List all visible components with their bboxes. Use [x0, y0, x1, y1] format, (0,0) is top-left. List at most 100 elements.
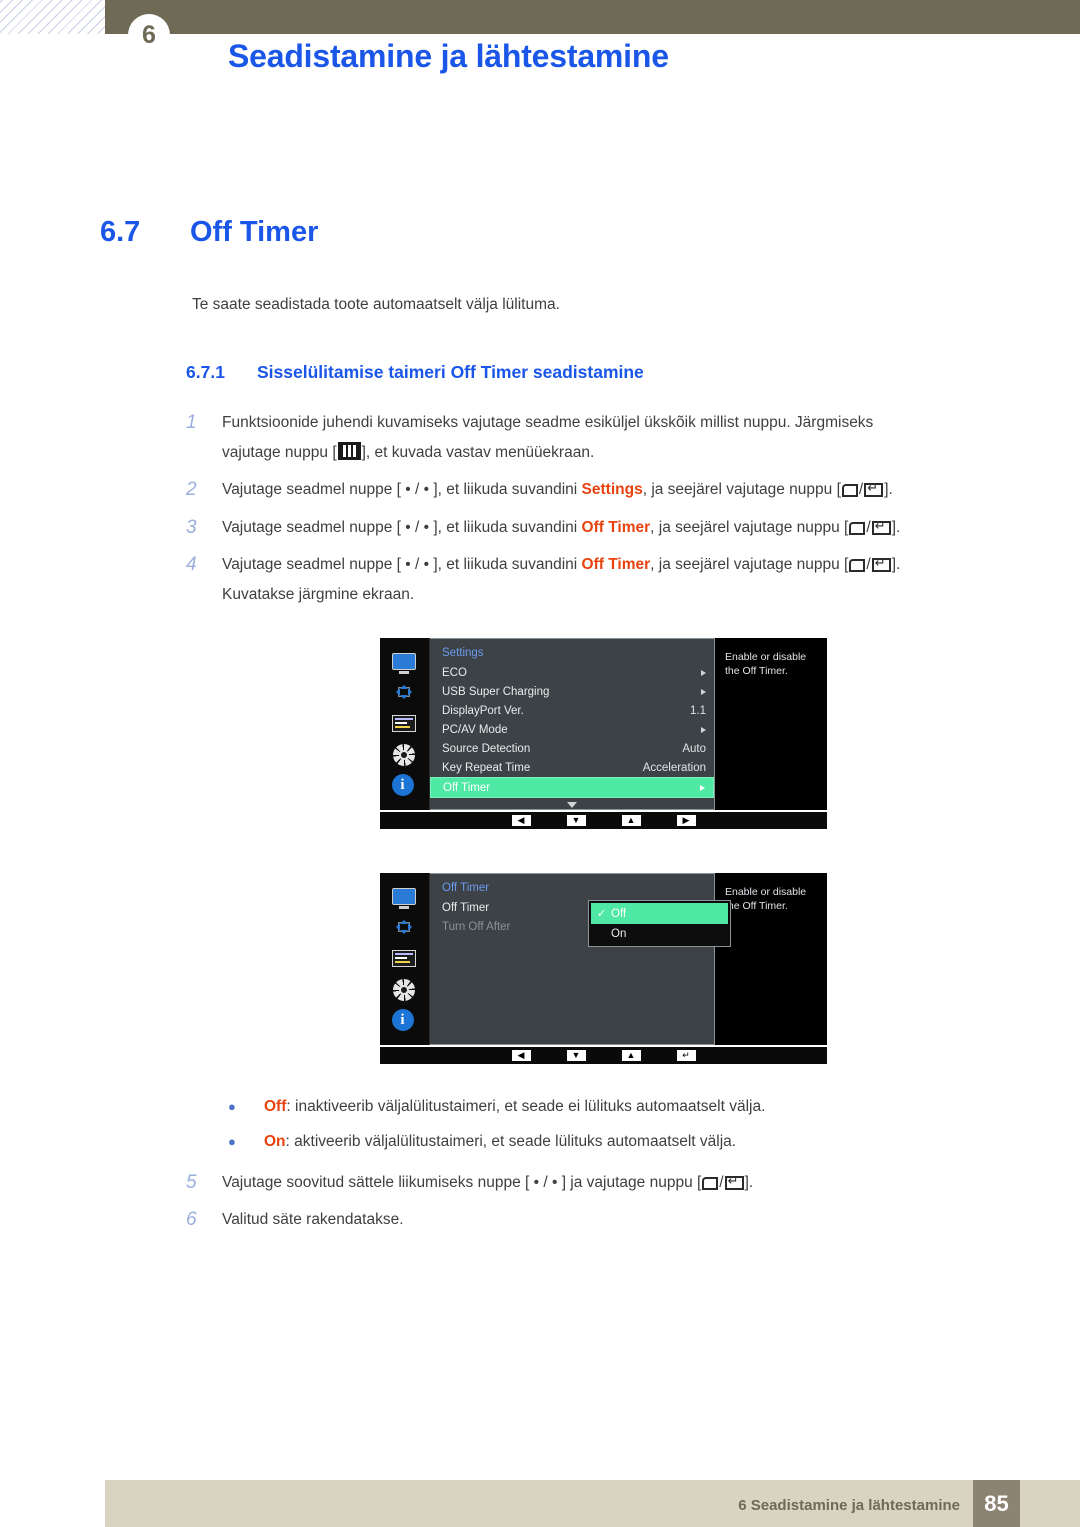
- osd-screenshot-settings: i Settings ECO USB Super Charging Displa…: [380, 638, 827, 829]
- osd-item-label: Key Repeat Time: [442, 761, 531, 774]
- list-item: ● On: aktiveerib väljalülitustaimeri, et…: [228, 1133, 988, 1152]
- back-button-icon: [849, 521, 866, 535]
- monitor-icon[interactable]: [391, 885, 418, 909]
- osd-footer-buttons: ◀ ▼ ▲ ↵: [380, 1047, 827, 1064]
- osd-menu-item-source-detection[interactable]: Source Detection Auto: [430, 739, 714, 758]
- osd-button-down[interactable]: ▼: [566, 815, 586, 826]
- step-text: Valitud säte rakendatakse.: [222, 1211, 404, 1229]
- menu-button-icon: [337, 442, 361, 461]
- step-item: 5 Vajutage soovitud sättele liikumiseks …: [186, 1168, 1016, 1198]
- step-number: 5: [186, 1172, 197, 1193]
- step-number: 2: [186, 479, 197, 501]
- step-item: 3 Vajutage seadmel nuppe [ • / • ], et l…: [186, 513, 1016, 543]
- step-text-mid: , ja seejärel vajutage nuppu [: [650, 555, 849, 573]
- osd-option-label: On: [611, 928, 627, 940]
- osd-menu-item-usb-super-charging[interactable]: USB Super Charging: [430, 682, 714, 701]
- osd-menu-item-off-timer[interactable]: Off Timer: [430, 777, 714, 798]
- step-number: 1: [186, 412, 197, 433]
- osd-menu-item-key-repeat-time[interactable]: Key Repeat Time Acceleration: [430, 758, 714, 777]
- monitor-icon[interactable]: [391, 650, 418, 674]
- bullet-description: : inaktiveerib väljalülitustaimeri, et s…: [286, 1098, 766, 1115]
- procedure-steps-bottom: 5 Vajutage soovitud sättele liikumiseks …: [186, 1168, 1016, 1242]
- osd-item-label: ECO: [442, 666, 467, 679]
- osd-item-label: USB Super Charging: [442, 685, 550, 698]
- step-item: 2 Vajutage seadmel nuppe [ • / • ], et l…: [186, 475, 1016, 505]
- osd-sidebar: i: [380, 638, 430, 810]
- header-bar: [105, 0, 1080, 34]
- osd-footer-buttons: ◀ ▼ ▲ ▶: [380, 812, 827, 829]
- osd-button-enter[interactable]: ↵: [676, 1050, 696, 1061]
- arrows-resize-icon[interactable]: [392, 681, 418, 705]
- osd-button-down[interactable]: ▼: [566, 1050, 586, 1061]
- step-text-post: ].: [884, 481, 893, 499]
- footer-chapter-label: 6 Seadistamine ja lähtestamine: [738, 1497, 960, 1514]
- section-title: Off Timer: [190, 216, 319, 248]
- osd-menu-item-pc-av-mode[interactable]: PC/AV Mode: [430, 720, 714, 739]
- enter-button-icon: [871, 519, 891, 535]
- osd-help-text: Enable or disable the Off Timer.: [715, 638, 827, 810]
- enter-button-icon: [724, 1174, 744, 1190]
- osd-help-text: Enable or disable the Off Timer.: [715, 873, 827, 1045]
- info-icon[interactable]: i: [391, 774, 418, 798]
- osd-option-off[interactable]: ✓ Off: [591, 903, 728, 924]
- step-number: 4: [186, 553, 197, 575]
- osd-menu-list: Off Timer Off Timer Turn Off After ✓ Off…: [430, 873, 731, 1045]
- chapter-number-badge: 6: [128, 14, 170, 56]
- scroll-down-indicator-icon[interactable]: [567, 802, 577, 808]
- step-number: 3: [186, 516, 197, 538]
- step-text-mid: , ja seejärel vajutage nuppu [: [650, 518, 849, 536]
- step-keyword: Off Timer: [581, 555, 651, 573]
- step-item: 6 Valitud säte rakendatakse.: [186, 1205, 1016, 1235]
- osd-item-value: Auto: [682, 742, 706, 755]
- osd-button-left[interactable]: ◀: [511, 1050, 531, 1061]
- osd-menu-title: Off Timer: [442, 882, 490, 894]
- step-item: 1 Funktsioonide juhendi kuvamiseks vajut…: [186, 408, 1016, 468]
- osd-item-label: Off Timer: [442, 901, 490, 914]
- osd-option-on[interactable]: On: [591, 924, 728, 944]
- step-text-mid: , ja seejärel vajutage nuppu [: [642, 481, 841, 499]
- bullet-text: On: aktiveerib väljalülitustaimeri, et s…: [264, 1133, 736, 1152]
- step-text-post: ].: [744, 1174, 754, 1191]
- step-text-pre: Vajutage soovitud sättele liikumiseks nu…: [222, 1174, 702, 1191]
- step-text: Vajutage soovitud sättele liikumiseks nu…: [222, 1168, 1016, 1198]
- back-button-icon: [702, 1177, 719, 1190]
- arrows-resize-icon[interactable]: [392, 916, 418, 940]
- osd-menu-item-eco[interactable]: ECO: [430, 663, 714, 682]
- chevron-right-icon: [700, 784, 705, 791]
- osd-button-right[interactable]: ▶: [676, 815, 696, 826]
- section-number: 6.7: [100, 216, 141, 248]
- osd-menu-list: Settings ECO USB Super Charging DisplayP…: [430, 638, 715, 810]
- chevron-right-icon: [701, 669, 706, 676]
- osd-button-left[interactable]: ◀: [511, 815, 531, 826]
- osd-display-icon[interactable]: [391, 712, 418, 736]
- info-icon[interactable]: i: [391, 1009, 418, 1033]
- osd-sidebar: i: [380, 873, 430, 1045]
- step-text-pre: Vajutage seadmel nuppe [ • / • ], et lii…: [222, 555, 582, 573]
- step-text-pre: vajutage nuppu [: [222, 444, 337, 462]
- osd-menu-item-displayport-ver[interactable]: DisplayPort Ver. 1.1: [430, 701, 714, 720]
- bullet-keyword: On: [264, 1132, 286, 1150]
- osd-button-up[interactable]: ▲: [621, 1050, 641, 1061]
- step-text: Funktsioonide juhendi kuvamiseks vajutag…: [222, 408, 1016, 468]
- step-text-pre: Vajutage seadmel nuppe [ • / • ], et lii…: [222, 481, 582, 499]
- gear-icon[interactable]: [392, 743, 418, 767]
- step-number: 6: [186, 1209, 197, 1231]
- intro-paragraph: Te saate seadistada toote automaatselt v…: [192, 296, 560, 313]
- osd-screenshot-off-timer: i Off Timer Off Timer Turn Off After ✓ O…: [380, 873, 827, 1064]
- gear-icon[interactable]: [392, 978, 418, 1002]
- bullet-keyword: Off: [264, 1098, 287, 1115]
- back-button-icon: [841, 484, 858, 498]
- check-icon: ✓: [597, 908, 607, 920]
- page-number: 85: [973, 1480, 1020, 1527]
- step-keyword: Settings: [581, 481, 643, 499]
- enter-button-icon: [871, 556, 891, 572]
- osd-main-area: i Off Timer Off Timer Turn Off After ✓ O…: [380, 873, 827, 1045]
- bullet-description: : aktiveerib väljalülitustaimeri, et sea…: [285, 1132, 737, 1150]
- step-text: Vajutage seadmel nuppe [ • / • ], et lii…: [222, 513, 1016, 543]
- option-descriptions: ● Off: inaktiveerib väljalülitustaimeri,…: [228, 1098, 988, 1168]
- osd-button-up[interactable]: ▲: [621, 815, 641, 826]
- osd-menu-title: Settings: [442, 647, 484, 659]
- bullet-dot-icon: ●: [228, 1099, 236, 1114]
- osd-display-icon[interactable]: [391, 947, 418, 971]
- step-keyword: Off Timer: [581, 518, 651, 536]
